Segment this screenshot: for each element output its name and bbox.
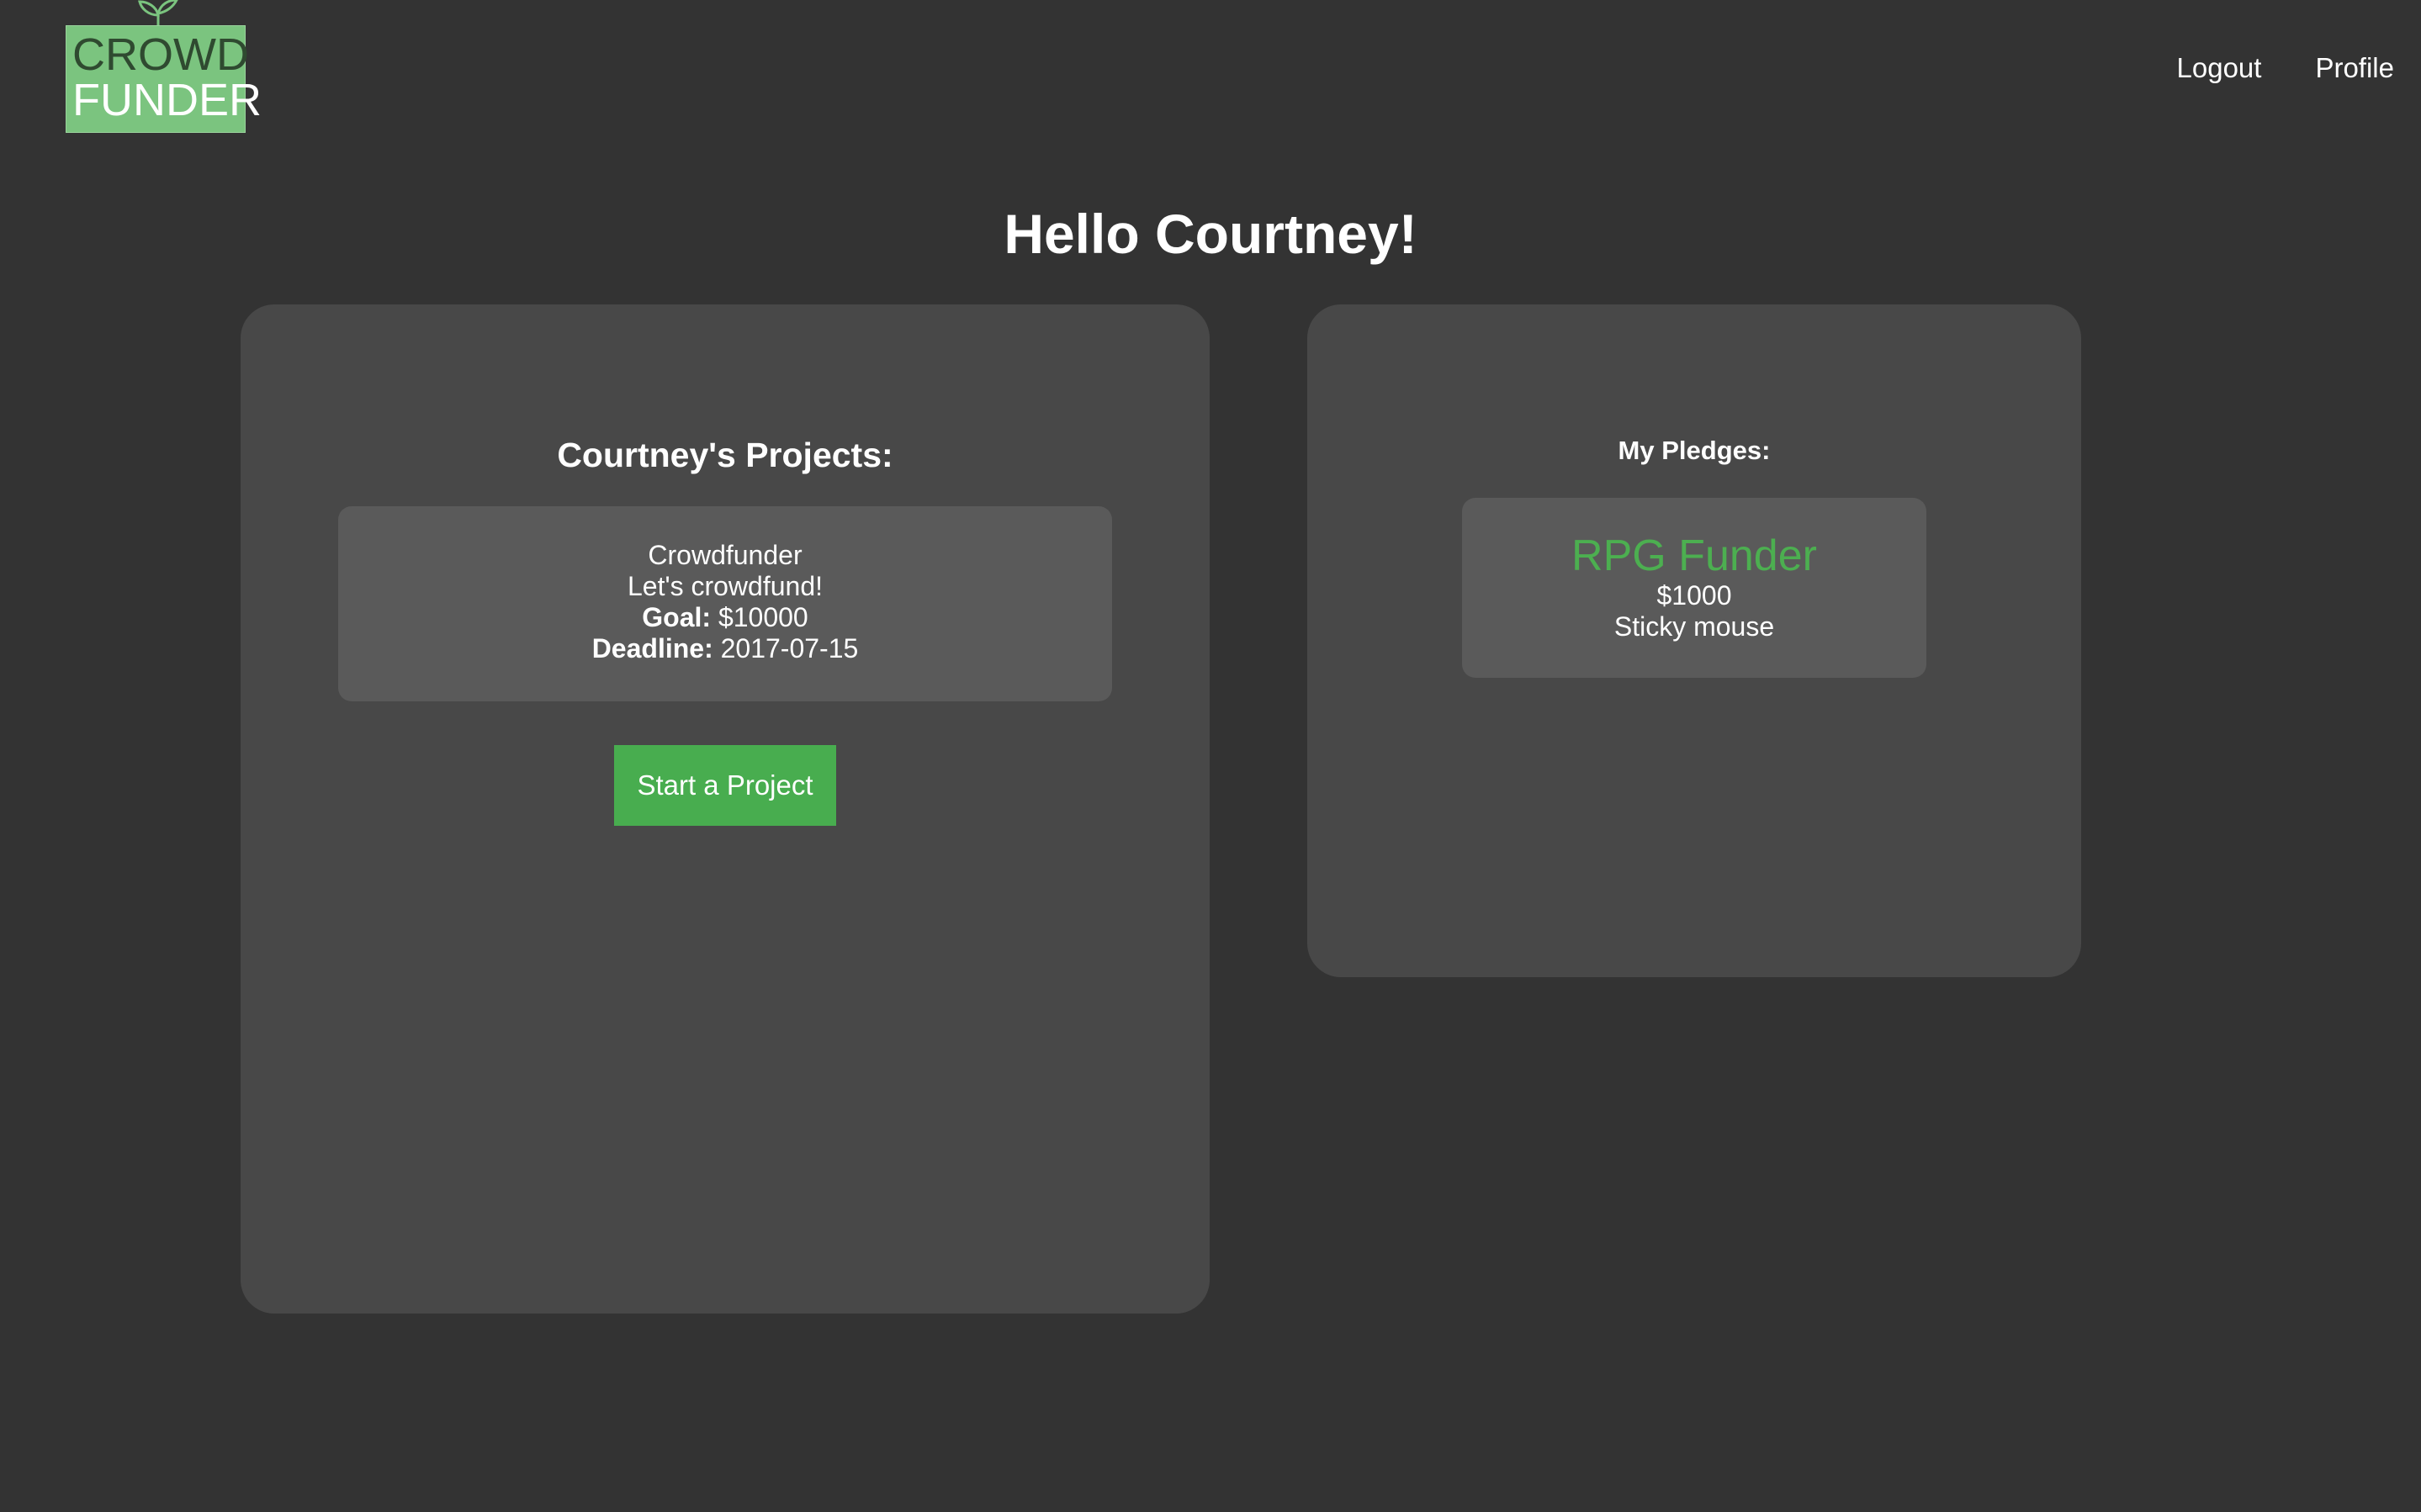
project-deadline-row: Deadline: 2017-07-15 <box>338 633 1112 664</box>
pledges-panel: My Pledges: RPG Funder $1000 Sticky mous… <box>1307 304 2081 977</box>
pledge-reward: Sticky mouse <box>1613 611 1775 642</box>
pledge-card[interactable]: RPG Funder $1000 Sticky mouse <box>1462 498 1926 678</box>
profile-link[interactable]: Profile <box>2315 52 2394 84</box>
deadline-label: Deadline: <box>591 633 713 663</box>
pledges-heading: My Pledges: <box>1618 436 1771 465</box>
crowdfunder-logo[interactable]: CROWD FUNDER <box>66 0 262 133</box>
logo-text-line2: FUNDER <box>72 75 262 125</box>
pledge-amount: $1000 <box>1656 580 1732 611</box>
project-goal-row: Goal: $10000 <box>338 602 1112 633</box>
projects-heading: Courtney's Projects: <box>557 436 893 474</box>
project-name: Crowdfunder <box>648 540 803 570</box>
top-nav: Logout Profile <box>2177 52 2394 84</box>
projects-panel: Courtney's Projects: Crowdfunder Let's c… <box>241 304 1210 1314</box>
project-description: Let's crowdfund! <box>627 571 823 601</box>
page-title: Hello Courtney! <box>1004 203 1417 265</box>
start-project-button[interactable]: Start a Project <box>614 745 836 826</box>
deadline-value: 2017-07-15 <box>720 633 859 663</box>
pledge-project-name[interactable]: RPG Funder <box>1462 531 1926 580</box>
goal-label: Goal: <box>642 602 712 632</box>
logo-text-line1: CROWD <box>72 29 249 80</box>
goal-value: $10000 <box>718 602 808 632</box>
logout-link[interactable]: Logout <box>2177 52 2262 84</box>
project-card[interactable]: Crowdfunder Let's crowdfund! Goal: $1000… <box>338 506 1112 701</box>
